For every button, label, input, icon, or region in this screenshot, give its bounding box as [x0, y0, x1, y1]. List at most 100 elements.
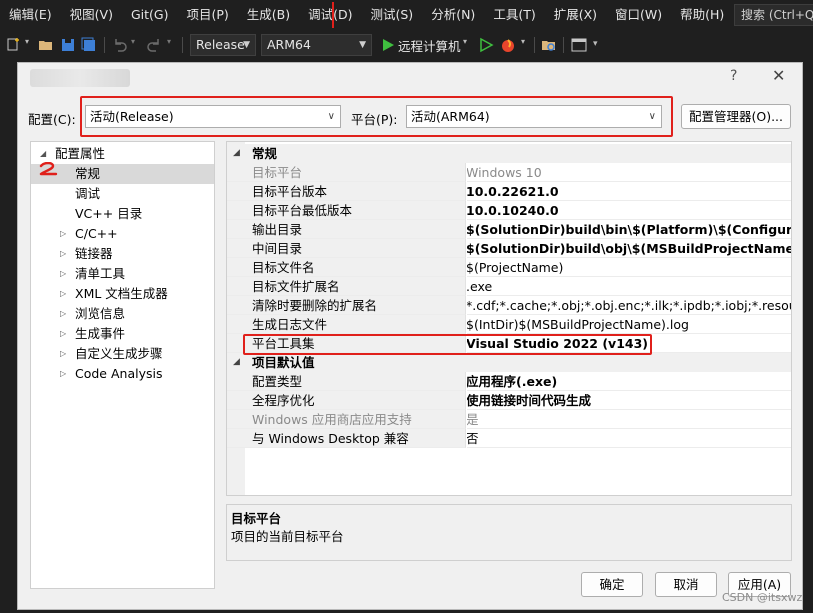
- close-icon[interactable]: ✕: [772, 66, 785, 85]
- menu-item[interactable]: 扩展(X): [545, 0, 606, 30]
- tree-item[interactable]: ▷ C/C++: [31, 224, 214, 244]
- property-value[interactable]: $(SolutionDir)build\bin\$(Platform)\$(Co…: [467, 220, 791, 239]
- property-row[interactable]: 配置类型 应用程序(.exe): [227, 372, 791, 391]
- property-category[interactable]: ◢ 常规: [227, 144, 791, 163]
- menu-item[interactable]: 窗口(W): [606, 0, 671, 30]
- tree-item[interactable]: ▷ Code Analysis: [31, 364, 214, 384]
- undo-icon[interactable]: [112, 37, 128, 53]
- dropdown-arrow-icon[interactable]: ▾: [463, 37, 467, 46]
- config-select[interactable]: 活动(Release) ∨: [85, 105, 341, 128]
- property-row[interactable]: 清除时要删除的扩展名 *.cdf;*.cache;*.obj;*.obj.enc;…: [227, 296, 791, 315]
- property-value-text: 10.0.22621.0: [467, 184, 559, 199]
- tree-item[interactable]: VC++ 目录: [31, 204, 214, 224]
- tree-item[interactable]: ▷ 生成事件: [31, 324, 214, 344]
- chevron-right-icon[interactable]: ▷: [60, 244, 66, 264]
- property-row[interactable]: 目标平台最低版本 10.0.10240.0: [227, 201, 791, 220]
- description-panel: 目标平台 项目的当前目标平台: [226, 504, 792, 561]
- dropdown-arrow-icon[interactable]: ▾: [25, 37, 29, 46]
- config-manager-button[interactable]: 配置管理器(O)...: [681, 104, 791, 129]
- property-value[interactable]: 否: [467, 429, 791, 448]
- chevron-right-icon[interactable]: ▷: [60, 224, 66, 244]
- chevron-right-icon[interactable]: ▷: [60, 264, 66, 284]
- tree-item[interactable]: ▷ 自定义生成步骤: [31, 344, 214, 364]
- tree-item[interactable]: 调试: [31, 184, 214, 204]
- tree-item[interactable]: ▷ 浏览信息: [31, 304, 214, 324]
- save-icon[interactable]: [60, 37, 76, 53]
- toolbar-overflow-icon[interactable]: ▾: [593, 39, 598, 49]
- open-folder-icon[interactable]: [38, 37, 54, 53]
- start-debug-icon[interactable]: [380, 37, 396, 53]
- menu-item[interactable]: 工具(T): [484, 0, 544, 30]
- property-value[interactable]: $(IntDir)$(MSBuildProjectName).log: [467, 315, 791, 334]
- property-value[interactable]: 使用链接时间代码生成: [467, 391, 791, 410]
- property-value[interactable]: *.cdf;*.cache;*.obj;*.obj.enc;*.ilk;*.ip…: [467, 296, 791, 315]
- start-without-debug-icon[interactable]: [478, 37, 494, 53]
- property-value[interactable]: 10.0.10240.0: [467, 201, 791, 220]
- dropdown-arrow-icon[interactable]: ▾: [131, 37, 135, 46]
- help-icon[interactable]: ?: [730, 68, 737, 84]
- hot-reload-icon[interactable]: [500, 37, 516, 53]
- window-layout-icon[interactable]: [571, 37, 587, 53]
- property-row[interactable]: 目标文件扩展名 .exe: [227, 277, 791, 296]
- menu-item[interactable]: Git(G): [122, 0, 178, 30]
- menu-item[interactable]: 调试(D): [299, 0, 361, 30]
- chevron-right-icon[interactable]: ▷: [60, 284, 66, 304]
- property-row[interactable]: 平台工具集 Visual Studio 2022 (v143): [227, 334, 791, 353]
- chevron-down-icon[interactable]: ◢: [233, 144, 240, 163]
- folder-search-icon[interactable]: [541, 37, 557, 53]
- property-name: Windows 应用商店应用支持: [227, 410, 466, 429]
- ok-button[interactable]: 确定: [581, 572, 643, 597]
- tree-item[interactable]: ▷ 清单工具: [31, 264, 214, 284]
- property-name-text: 清除时要删除的扩展名: [252, 298, 378, 313]
- property-value[interactable]: $(ProjectName): [467, 258, 791, 277]
- property-row[interactable]: 输出目录 $(SolutionDir)build\bin\$(Platform)\…: [227, 220, 791, 239]
- chevron-down-icon[interactable]: ◢: [233, 353, 240, 372]
- menu-item[interactable]: 分析(N): [422, 0, 484, 30]
- property-row[interactable]: 生成日志文件 $(IntDir)$(MSBuildProjectName).log: [227, 315, 791, 334]
- property-value[interactable]: 是: [467, 410, 791, 429]
- property-row[interactable]: 与 Windows Desktop 兼容 否: [227, 429, 791, 448]
- property-value[interactable]: $(SolutionDir)build\obj\$(MSBuildProject…: [467, 239, 791, 258]
- property-row[interactable]: 目标平台 Windows 10: [227, 163, 791, 182]
- property-row[interactable]: 中间目录 $(SolutionDir)build\obj\$(MSBuildPro…: [227, 239, 791, 258]
- toolbar-separator: [182, 37, 183, 53]
- menu-item[interactable]: 视图(V): [61, 0, 122, 30]
- property-value[interactable]: 应用程序(.exe): [467, 372, 791, 391]
- menu-item[interactable]: 编辑(E): [0, 0, 61, 30]
- search-box[interactable]: 搜索 (Ctrl+Q): [734, 4, 813, 26]
- platform-combo[interactable]: ARM64 ▼: [261, 34, 372, 56]
- menu-item[interactable]: 帮助(H): [671, 0, 733, 30]
- tree-item-label: 调试: [75, 186, 101, 201]
- property-value[interactable]: Visual Studio 2022 (v143): [467, 334, 791, 353]
- tree-item[interactable]: ▷ 链接器: [31, 244, 214, 264]
- redo-icon[interactable]: [146, 37, 162, 53]
- property-value-text: Visual Studio 2022 (v143): [467, 336, 649, 351]
- menu-item[interactable]: 测试(S): [362, 0, 423, 30]
- dropdown-arrow-icon[interactable]: ▾: [521, 37, 525, 46]
- cancel-button[interactable]: 取消: [655, 572, 717, 597]
- property-value[interactable]: .exe: [467, 277, 791, 296]
- new-project-icon[interactable]: [6, 37, 22, 53]
- property-value[interactable]: Windows 10: [467, 163, 791, 182]
- platform-select[interactable]: 活动(ARM64) ∨: [406, 105, 662, 128]
- property-category[interactable]: ◢ 项目默认值: [227, 353, 791, 372]
- chevron-down-icon[interactable]: ◢: [40, 144, 46, 164]
- property-row[interactable]: 全程序优化 使用链接时间代码生成: [227, 391, 791, 410]
- property-value[interactable]: 10.0.22621.0: [467, 182, 791, 201]
- chevron-right-icon[interactable]: ▷: [60, 344, 66, 364]
- dropdown-arrow-icon[interactable]: ▾: [167, 37, 171, 46]
- property-row[interactable]: 目标平台版本 10.0.22621.0: [227, 182, 791, 201]
- chevron-right-icon[interactable]: ▷: [60, 304, 66, 324]
- tree-item[interactable]: ▷ XML 文档生成器: [31, 284, 214, 304]
- property-row[interactable]: Windows 应用商店应用支持 是: [227, 410, 791, 429]
- config-combo[interactable]: Release ▼: [190, 34, 256, 56]
- property-name-text: 生成日志文件: [252, 317, 328, 332]
- property-row[interactable]: 目标文件名 $(ProjectName): [227, 258, 791, 277]
- menu-item[interactable]: 项目(P): [177, 0, 237, 30]
- chevron-right-icon[interactable]: ▷: [60, 364, 66, 384]
- run-target-label[interactable]: 远程计算机: [398, 36, 461, 55]
- menu-item[interactable]: 生成(B): [238, 0, 299, 30]
- tree-item[interactable]: ◢ 配置属性: [31, 144, 214, 164]
- save-all-icon[interactable]: [81, 37, 97, 53]
- chevron-right-icon[interactable]: ▷: [60, 324, 66, 344]
